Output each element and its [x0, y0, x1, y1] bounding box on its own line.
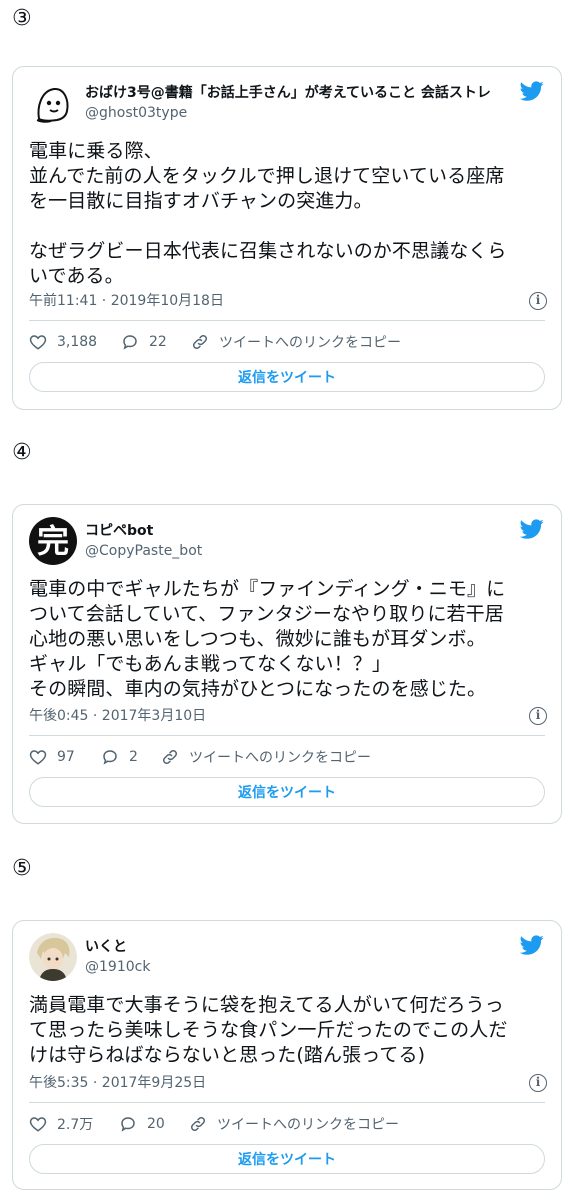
- tweet-text: 電車の中でギャルたちが『ファインディング・ニモ』に ついて会話していて、ファンタ…: [29, 578, 506, 700]
- tweet-card: いくと @1910ck 満員電車で大事そうに袋を抱えてる人がいて何だろうっ て思…: [12, 920, 562, 1190]
- tweet-timestamp[interactable]: 午後0:45 · 2017年3月10日: [29, 707, 206, 725]
- reply-tweet-button[interactable]: 返信をツイート: [29, 1144, 545, 1174]
- tweet-number: ⑤: [12, 856, 32, 881]
- like-button[interactable]: 2.7万: [29, 1112, 93, 1136]
- tweet-timestamp[interactable]: 午後5:35 · 2017年9月25日: [29, 1074, 206, 1092]
- user-handle[interactable]: @ghost03type: [85, 104, 187, 122]
- twitter-bird-icon[interactable]: [519, 933, 545, 957]
- ghost-avatar-icon: [29, 79, 77, 127]
- user-handle[interactable]: @CopyPaste_bot: [85, 542, 202, 560]
- heart-icon: [29, 335, 47, 350]
- copy-link-button[interactable]: ツイートへのリンクをコピー: [161, 745, 371, 769]
- link-icon: [190, 1116, 206, 1132]
- display-name[interactable]: おばけ3号@書籍「お話上手さん」が考えていること 会話ストレ: [85, 84, 511, 102]
- like-button[interactable]: 97: [29, 745, 75, 769]
- reply-count-button[interactable]: 20: [119, 1112, 165, 1136]
- tweet-header: 完 コピペbot @CopyPaste_bot: [29, 517, 545, 567]
- speech-bubble-icon: [123, 335, 137, 350]
- divider: [29, 735, 545, 736]
- tweet-text: 電車に乗る際、 並んでた前の人をタックルで押し退けて空いている座席 を一目散に目…: [29, 140, 507, 287]
- heart-icon: [29, 750, 47, 765]
- info-icon[interactable]: i: [529, 1074, 547, 1092]
- link-icon: [192, 334, 208, 350]
- copy-link-label: ツイートへのリンクをコピー: [189, 750, 371, 766]
- avatar[interactable]: [29, 79, 77, 127]
- tweet-card: 完 コピペbot @CopyPaste_bot 電車の中でギャルたちが『ファイン…: [12, 504, 562, 824]
- copy-link-label: ツイートへのリンクをコピー: [219, 335, 401, 351]
- tweet-card: おばけ3号@書籍「お話上手さん」が考えていること 会話ストレ @ghost03t…: [12, 66, 562, 410]
- twitter-bird-icon[interactable]: [519, 517, 545, 541]
- display-name[interactable]: いくと: [85, 938, 511, 956]
- tweet-header: おばけ3号@書籍「お話上手さん」が考えていること 会話ストレ @ghost03t…: [29, 79, 545, 129]
- heart-icon: [29, 1117, 47, 1132]
- copy-link-button[interactable]: ツイートへのリンクをコピー: [191, 330, 401, 354]
- reply-count: 2: [129, 749, 138, 765]
- like-count: 2.7万: [57, 1117, 94, 1133]
- reply-count-button[interactable]: 2: [101, 745, 138, 769]
- tweet-number: ④: [12, 440, 32, 465]
- divider: [29, 320, 545, 321]
- link-icon: [162, 749, 178, 765]
- reply-count-button[interactable]: 22: [121, 330, 167, 354]
- reply-tweet-button[interactable]: 返信をツイート: [29, 362, 545, 392]
- speech-bubble-icon: [103, 750, 117, 765]
- copy-link-button[interactable]: ツイートへのリンクをコピー: [189, 1112, 399, 1136]
- avatar[interactable]: [29, 933, 77, 981]
- info-icon[interactable]: i: [529, 707, 547, 725]
- anime-character-avatar-icon: [29, 933, 77, 981]
- copy-link-label: ツイートへのリンクをコピー: [217, 1117, 399, 1133]
- like-button[interactable]: 3,188: [29, 330, 97, 354]
- reply-count: 22: [149, 334, 167, 350]
- tweet-actions: 3,188 22 ツイートへのリンクをコピー: [29, 330, 545, 354]
- tweet-number: ③: [12, 6, 32, 31]
- like-count: 3,188: [57, 334, 98, 350]
- tweet-text: 満員電車で大事そうに袋を抱えてる人がいて何だろうっ て思ったら美味しそうな食パン…: [29, 994, 508, 1066]
- avatar[interactable]: 完: [29, 517, 77, 565]
- speech-bubble-icon: [121, 1117, 135, 1132]
- twitter-bird-icon[interactable]: [519, 79, 545, 103]
- reply-count: 20: [147, 1116, 165, 1132]
- tweet-actions: 97 2 ツイートへのリンクをコピー: [29, 745, 545, 769]
- avatar-kanji: 完: [36, 522, 69, 560]
- display-name[interactable]: コピペbot: [85, 522, 511, 540]
- user-handle[interactable]: @1910ck: [85, 958, 150, 976]
- info-icon[interactable]: i: [529, 292, 547, 310]
- tweet-header: いくと @1910ck: [29, 933, 545, 983]
- like-count: 97: [57, 749, 75, 765]
- reply-tweet-button[interactable]: 返信をツイート: [29, 777, 545, 807]
- divider: [29, 1102, 545, 1103]
- tweet-actions: 2.7万 20 ツイートへのリンクをコピー: [29, 1112, 545, 1136]
- tweet-timestamp[interactable]: 午前11:41 · 2019年10月18日: [29, 292, 224, 310]
